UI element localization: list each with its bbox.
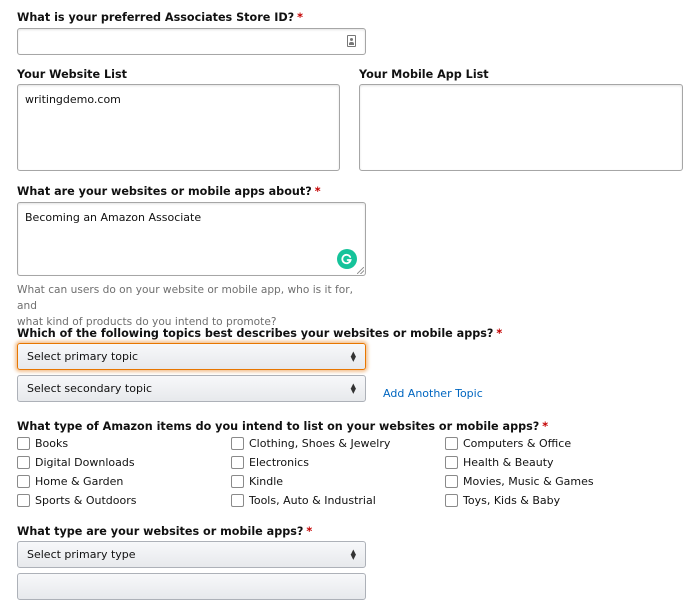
- item-type-checkbox[interactable]: [231, 437, 244, 450]
- grammarly-icon[interactable]: [337, 249, 357, 269]
- site-type-label-text: What type are your websites or mobile ap…: [17, 525, 304, 538]
- item-type-label: Sports & Outdoors: [35, 494, 137, 507]
- item-type-checkbox[interactable]: [445, 437, 458, 450]
- updown-caret-icon: ▲ ▼: [350, 349, 356, 363]
- item-type-checkbox[interactable]: [231, 456, 244, 469]
- website-list-textarea[interactable]: writingdemo.com: [17, 84, 340, 171]
- primary-type-select[interactable]: Select primary type ▲ ▼: [17, 541, 366, 568]
- item-type-checkbox[interactable]: [231, 494, 244, 507]
- item-type-label: Health & Beauty: [463, 456, 554, 469]
- mobile-app-list-textarea[interactable]: [359, 84, 683, 171]
- item-type-checkbox[interactable]: [445, 456, 458, 469]
- item-type-label: Clothing, Shoes & Jewelry: [249, 437, 391, 450]
- item-type-label: Tools, Auto & Industrial: [249, 494, 376, 507]
- item-type-label: Electronics: [249, 456, 309, 469]
- secondary-type-select[interactable]: [17, 573, 366, 600]
- item-type-label: Digital Downloads: [35, 456, 135, 469]
- item-type-option[interactable]: Toys, Kids & Baby: [445, 494, 560, 507]
- required-mark: *: [314, 185, 321, 198]
- store-id-input[interactable]: [17, 28, 366, 55]
- item-type-checkbox[interactable]: [17, 437, 30, 450]
- item-type-option[interactable]: Home & Garden: [17, 475, 123, 488]
- item-type-checkbox[interactable]: [445, 494, 458, 507]
- about-hint-line1: What can users do on your website or mob…: [17, 284, 353, 312]
- item-type-option[interactable]: Digital Downloads: [17, 456, 135, 469]
- about-value: Becoming an Amazon Associate: [25, 211, 202, 224]
- items-label-text: What type of Amazon items do you intend …: [17, 420, 540, 433]
- secondary-topic-value: Select secondary topic: [27, 382, 153, 395]
- resize-handle[interactable]: [357, 267, 364, 274]
- item-type-label: Home & Garden: [35, 475, 124, 488]
- item-type-checkbox[interactable]: [17, 475, 30, 488]
- required-mark: *: [306, 525, 313, 538]
- required-mark: *: [542, 420, 549, 433]
- add-another-topic-link[interactable]: Add Another Topic: [383, 387, 483, 400]
- required-mark: *: [297, 11, 303, 24]
- item-type-option[interactable]: Electronics: [231, 456, 309, 469]
- updown-caret-icon: ▲ ▼: [350, 381, 356, 395]
- store-id-label: What is your preferred Associates Store …: [17, 11, 303, 24]
- item-type-option[interactable]: Books: [17, 437, 68, 450]
- items-label: What type of Amazon items do you intend …: [17, 420, 548, 433]
- updown-caret-icon: ▲ ▼: [350, 547, 356, 561]
- primary-topic-select[interactable]: Select primary topic ▲ ▼: [17, 343, 366, 370]
- store-id-label-text: What is your preferred Associates Store …: [17, 11, 295, 24]
- item-type-option[interactable]: Sports & Outdoors: [17, 494, 136, 507]
- item-type-label: Kindle: [249, 475, 284, 488]
- item-type-checkbox[interactable]: [445, 475, 458, 488]
- item-type-option[interactable]: Computers & Office: [445, 437, 571, 450]
- item-type-checkbox[interactable]: [231, 475, 244, 488]
- mobile-app-list-value: [360, 85, 682, 93]
- website-list-value: writingdemo.com: [25, 93, 121, 106]
- item-type-label: Books: [35, 437, 69, 450]
- item-type-option[interactable]: Tools, Auto & Industrial: [231, 494, 376, 507]
- primary-type-value: Select primary type: [27, 548, 136, 561]
- mobile-app-list-label: Your Mobile App List: [359, 68, 489, 81]
- item-type-label: Movies, Music & Games: [463, 475, 594, 488]
- topics-label: Which of the following topics best descr…: [17, 327, 502, 340]
- site-type-label: What type are your websites or mobile ap…: [17, 525, 312, 538]
- item-type-label: Toys, Kids & Baby: [463, 494, 561, 507]
- item-type-checkbox[interactable]: [17, 494, 30, 507]
- website-list-label: Your Website List: [17, 68, 127, 81]
- about-label-text: What are your websites or mobile apps ab…: [17, 185, 312, 198]
- item-type-option[interactable]: Clothing, Shoes & Jewelry: [231, 437, 390, 450]
- about-textarea[interactable]: Becoming an Amazon Associate: [17, 202, 366, 276]
- topics-label-text: Which of the following topics best descr…: [17, 327, 494, 340]
- item-type-option[interactable]: Kindle: [231, 475, 283, 488]
- about-hint: What can users do on your website or mob…: [17, 282, 357, 330]
- contact-card-icon[interactable]: [347, 35, 356, 47]
- item-type-label: Computers & Office: [463, 437, 572, 450]
- item-type-option[interactable]: Movies, Music & Games: [445, 475, 594, 488]
- item-type-option[interactable]: Health & Beauty: [445, 456, 554, 469]
- required-mark: *: [496, 327, 503, 340]
- about-label: What are your websites or mobile apps ab…: [17, 185, 321, 198]
- secondary-topic-select[interactable]: Select secondary topic ▲ ▼: [17, 375, 366, 402]
- item-type-checkbox[interactable]: [17, 456, 30, 469]
- primary-topic-value: Select primary topic: [27, 350, 139, 363]
